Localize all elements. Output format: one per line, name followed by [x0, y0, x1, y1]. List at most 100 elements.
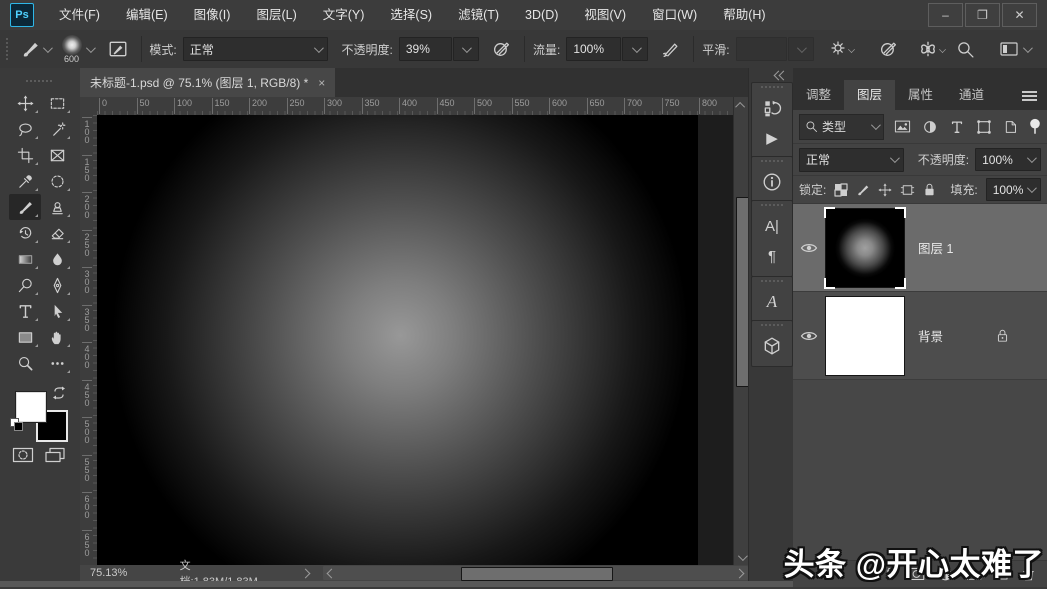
layer-filter-type-select[interactable]: 类型: [799, 114, 884, 140]
panel-group-grip[interactable]: [761, 280, 783, 282]
marquee-tool[interactable]: [41, 90, 73, 116]
horizontal-scrollbar-thumb[interactable]: [461, 567, 613, 581]
filter-shape-layers-icon[interactable]: [976, 119, 992, 135]
layer-visibility-toggle[interactable]: [793, 330, 825, 342]
quick-mask-button[interactable]: [12, 446, 34, 467]
status-expand-icon[interactable]: [301, 568, 311, 578]
eraser-tool[interactable]: [41, 220, 73, 246]
layer-thumbnail[interactable]: [825, 296, 905, 376]
rectangle-tool[interactable]: [9, 324, 41, 350]
healing-brush-tool[interactable]: [41, 168, 73, 194]
maximize-button[interactable]: ❐: [965, 3, 1000, 27]
history-brush-tool[interactable]: [9, 220, 41, 246]
opacity-input[interactable]: 39%: [399, 37, 452, 61]
menu-layer[interactable]: 图层(L): [243, 0, 309, 30]
info-panel-button[interactable]: [752, 167, 792, 197]
airbrush-toggle[interactable]: [656, 40, 685, 59]
tab-layers[interactable]: 图层: [844, 80, 895, 110]
close-button[interactable]: ✕: [1002, 3, 1037, 27]
filter-smart-objects-icon[interactable]: [1003, 119, 1018, 135]
menu-filter[interactable]: 滤镜(T): [445, 0, 512, 30]
search-button[interactable]: [951, 40, 980, 59]
lock-pixels-icon[interactable]: [856, 183, 870, 197]
3d-panel-button[interactable]: [752, 331, 792, 361]
character-panel-button[interactable]: A|: [752, 211, 792, 241]
brush-preset-picker[interactable]: 600: [62, 35, 82, 64]
paragraph-panel-button[interactable]: ¶: [752, 241, 792, 271]
minimize-button[interactable]: –: [928, 3, 963, 27]
hand-tool[interactable]: [41, 324, 73, 350]
blur-tool[interactable]: [41, 246, 73, 272]
layer-row-background[interactable]: 背景: [793, 292, 1047, 380]
layer-visibility-toggle[interactable]: [793, 242, 825, 254]
move-tool[interactable]: [9, 90, 41, 116]
scroll-up-icon[interactable]: [735, 102, 745, 112]
symmetry-butterfly-button[interactable]: [913, 39, 951, 59]
horizontal-scrollbar[interactable]: [323, 566, 748, 580]
vertical-scrollbar[interactable]: [733, 97, 749, 565]
lock-transparency-icon[interactable]: [834, 183, 848, 197]
layer-name[interactable]: 背景: [918, 326, 943, 345]
menu-type[interactable]: 文字(Y): [310, 0, 378, 30]
blend-mode-select[interactable]: 正常: [183, 37, 328, 61]
layer-row-1[interactable]: 图层 1: [793, 204, 1047, 292]
panel-group-grip[interactable]: [761, 324, 783, 326]
panel-group-grip[interactable]: [761, 204, 783, 206]
menu-file[interactable]: 文件(F): [46, 0, 113, 30]
lasso-tool[interactable]: [9, 116, 41, 142]
scroll-down-icon[interactable]: [738, 551, 748, 561]
layer-thumbnail[interactable]: [825, 208, 905, 288]
flow-dropdown-button[interactable]: [622, 37, 648, 61]
layer-blend-mode-select[interactable]: 正常: [799, 148, 904, 172]
menu-select[interactable]: 选择(S): [377, 0, 445, 30]
clone-stamp-tool[interactable]: [41, 194, 73, 220]
tab-adjustments[interactable]: 调整: [793, 80, 844, 110]
filter-pixel-layers-icon[interactable]: [894, 119, 911, 134]
panel-group-grip[interactable]: [761, 160, 783, 162]
actions-panel-button[interactable]: ▶: [752, 123, 792, 153]
flow-input[interactable]: 100%: [566, 37, 621, 61]
panel-menu-icon[interactable]: [1022, 89, 1037, 101]
document-canvas[interactable]: [97, 115, 698, 565]
pressure-size-toggle[interactable]: [874, 40, 903, 59]
eyedropper-tool[interactable]: [9, 168, 41, 194]
options-bar-grip[interactable]: [6, 38, 12, 60]
workspace-switcher[interactable]: [994, 40, 1035, 58]
filter-adjustment-layers-icon[interactable]: [922, 119, 938, 135]
screen-mode-button[interactable]: [44, 446, 66, 467]
menu-3d[interactable]: 3D(D): [512, 0, 571, 30]
type-tool[interactable]: [9, 298, 41, 324]
panel-group-grip[interactable]: [761, 86, 783, 88]
tab-channels[interactable]: 通道: [946, 80, 997, 110]
brush-tool[interactable]: [9, 194, 41, 220]
path-selection-tool[interactable]: [41, 298, 73, 324]
tab-properties[interactable]: 属性: [895, 80, 946, 110]
crop-tool[interactable]: [9, 142, 41, 168]
dodge-tool[interactable]: [9, 272, 41, 298]
gradient-tool[interactable]: [9, 246, 41, 272]
layer-opacity-input[interactable]: 100%: [975, 148, 1041, 171]
scroll-left-icon[interactable]: [327, 569, 337, 579]
default-colors-button[interactable]: [10, 418, 22, 430]
document-tab[interactable]: 未标题-1.psd @ 75.1% (图层 1, RGB/8) * ×: [80, 68, 335, 97]
pressure-opacity-toggle[interactable]: [487, 40, 516, 59]
smoothing-options-gear-button[interactable]: [824, 40, 860, 58]
filter-type-layers-icon[interactable]: [949, 119, 965, 135]
scroll-right-icon[interactable]: [735, 569, 745, 579]
menu-view[interactable]: 视图(V): [571, 0, 639, 30]
edit-toolbar-button[interactable]: [41, 350, 73, 376]
menu-help[interactable]: 帮助(H): [710, 0, 778, 30]
glyphs-panel-button[interactable]: A: [752, 287, 792, 317]
menu-window[interactable]: 窗口(W): [639, 0, 710, 30]
lock-position-icon[interactable]: [878, 183, 892, 197]
close-tab-icon[interactable]: ×: [318, 76, 325, 90]
tools-panel-grip[interactable]: [26, 80, 52, 82]
toggle-brush-settings-button[interactable]: [103, 39, 133, 59]
zoom-tool[interactable]: [9, 350, 41, 376]
filter-toggle-pin-icon[interactable]: [1029, 118, 1041, 135]
tool-preset-picker[interactable]: [16, 39, 54, 59]
expand-panels-button[interactable]: [775, 72, 787, 79]
pen-tool[interactable]: [41, 272, 73, 298]
lock-all-icon[interactable]: [923, 182, 936, 197]
menu-edit[interactable]: 编辑(E): [113, 0, 181, 30]
